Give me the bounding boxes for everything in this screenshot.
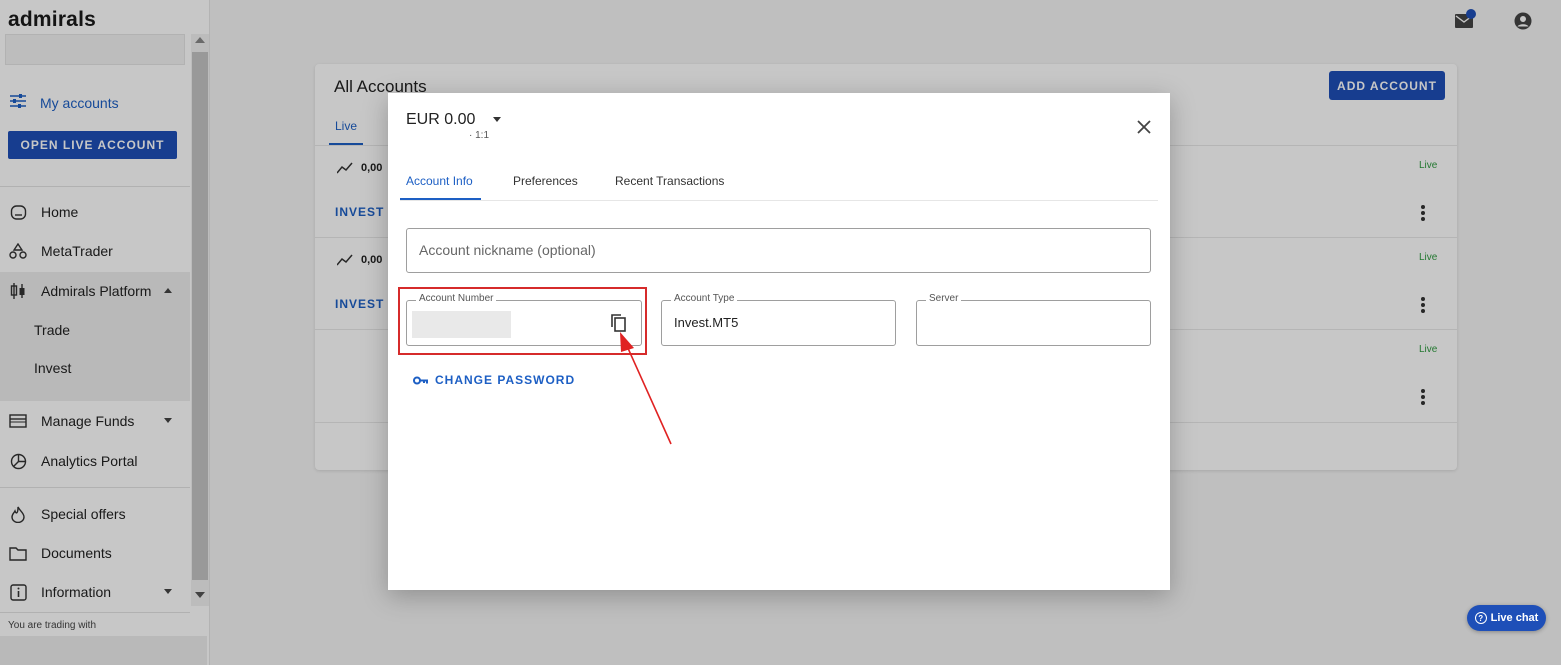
account-type-label: Account Type — [671, 293, 738, 304]
help-circle-icon: ? — [1474, 612, 1487, 624]
account-details-dialog: EUR 0.00 · 1:1 Account Info Preferences … — [388, 93, 1170, 590]
live-chat-label: Live chat — [1490, 612, 1539, 624]
annotation-highlight-box — [398, 287, 647, 355]
account-nickname-input[interactable] — [419, 242, 1019, 258]
close-icon[interactable] — [1136, 119, 1152, 135]
live-chat-button[interactable]: ? Live chat — [1467, 605, 1546, 631]
tab-preferences[interactable]: Preferences — [513, 174, 578, 188]
tab-divider — [400, 200, 1158, 201]
account-type-value: Invest.MT5 — [674, 315, 739, 330]
tab-account-info[interactable]: Account Info — [406, 174, 473, 188]
account-currency-balance[interactable]: EUR 0.00 — [406, 111, 475, 129]
server-label: Server — [926, 293, 962, 304]
account-nickname-field[interactable] — [406, 228, 1151, 273]
server-field: Server — [916, 293, 1151, 346]
change-password-button[interactable]: CHANGE PASSWORD — [413, 373, 575, 387]
chevron-down-icon[interactable] — [493, 117, 501, 122]
account-leverage: · 1:1 — [469, 130, 490, 141]
account-type-field: Account Type Invest.MT5 — [661, 293, 896, 346]
change-password-label: CHANGE PASSWORD — [435, 373, 576, 387]
key-icon — [413, 376, 428, 384]
tab-recent-transactions[interactable]: Recent Transactions — [615, 174, 724, 188]
